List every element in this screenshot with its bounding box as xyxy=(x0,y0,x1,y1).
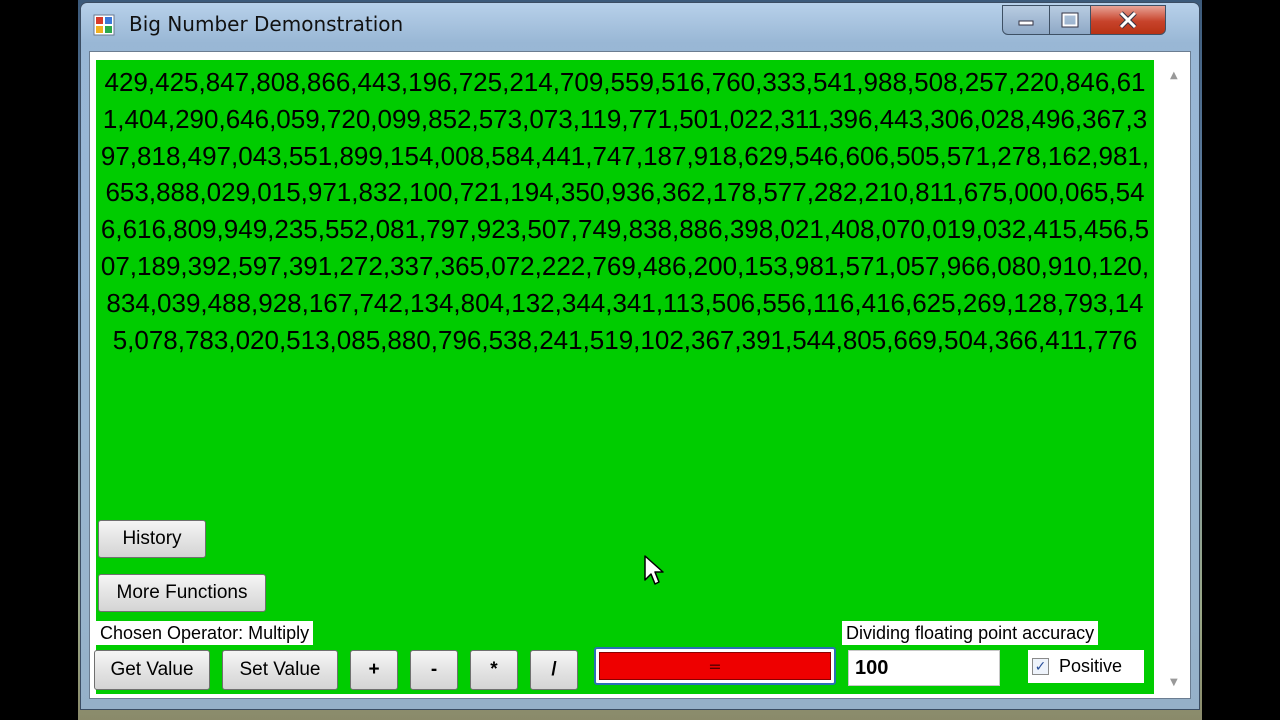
scroll-up-arrow-icon[interactable]: ▲ xyxy=(1170,70,1178,81)
set-value-button[interactable]: Set Value xyxy=(222,650,338,690)
number-panel: 429,425,847,808,866,443,196,725,214,709,… xyxy=(94,60,1154,694)
app-window: Big Number Demonstration 429,425,847,808… xyxy=(80,2,1200,710)
maximize-icon xyxy=(1061,12,1079,28)
accuracy-label: Dividing floating point accuracy xyxy=(842,621,1099,645)
chosen-operator-label: Chosen Operator: Multiply xyxy=(96,621,314,645)
plus-button[interactable]: + xyxy=(350,650,398,690)
positive-checkbox[interactable]: ✓ Positive xyxy=(1028,650,1144,683)
minimize-icon xyxy=(1018,20,1034,26)
minimize-button[interactable] xyxy=(1002,5,1050,35)
client-area: 429,425,847,808,866,443,196,725,214,709,… xyxy=(89,51,1191,699)
vertical-scrollbar[interactable]: ▲ ▼ xyxy=(1162,52,1190,698)
history-button[interactable]: History xyxy=(98,520,206,558)
close-button[interactable] xyxy=(1090,5,1166,35)
accuracy-input[interactable]: 100 xyxy=(848,650,1000,686)
get-value-button[interactable]: Get Value xyxy=(94,650,210,690)
mouse-cursor-icon xyxy=(644,555,664,585)
positive-label: Positive xyxy=(1059,656,1123,676)
divide-button[interactable]: / xyxy=(530,650,578,690)
big-number-display: 429,425,847,808,866,443,196,725,214,709,… xyxy=(100,67,1150,355)
equals-button-label: = xyxy=(599,652,831,680)
scroll-down-arrow-icon[interactable]: ▼ xyxy=(1170,677,1178,688)
title-bar[interactable]: Big Number Demonstration xyxy=(81,3,1199,47)
window-title: Big Number Demonstration xyxy=(129,12,404,36)
equals-button[interactable]: = xyxy=(594,647,836,685)
app-icon xyxy=(93,14,115,36)
multiply-button[interactable]: * xyxy=(470,650,518,690)
maximize-button[interactable] xyxy=(1049,5,1091,35)
more-functions-button[interactable]: More Functions xyxy=(98,574,266,612)
close-icon xyxy=(1119,11,1137,29)
minus-button[interactable]: - xyxy=(410,650,458,690)
checkbox-check-icon[interactable]: ✓ xyxy=(1032,658,1049,675)
